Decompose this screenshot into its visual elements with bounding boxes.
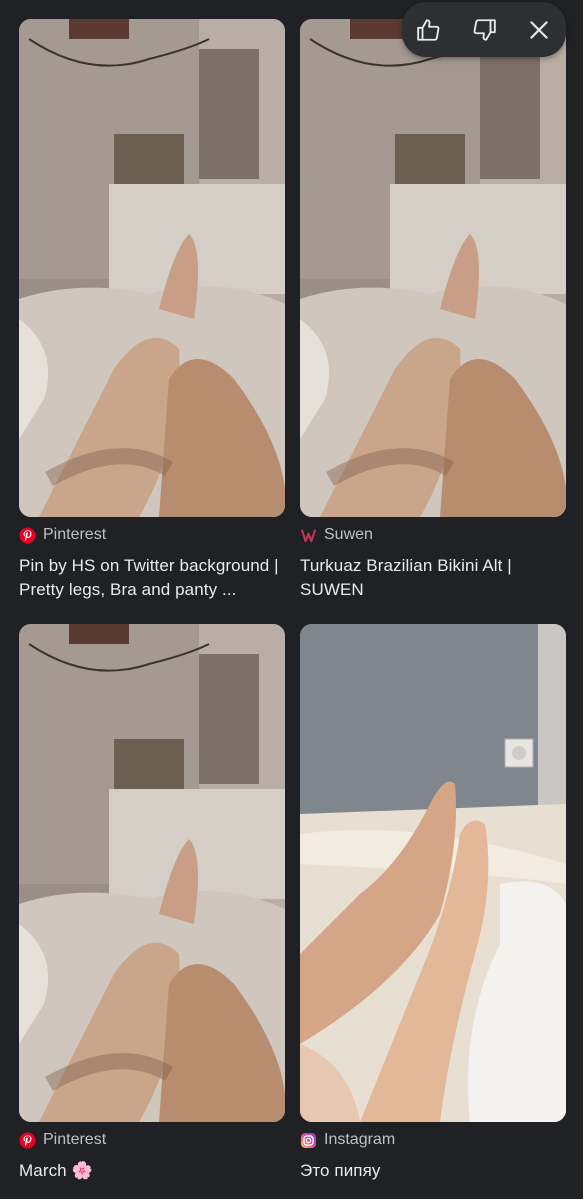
pinterest-icon [19,1131,36,1149]
result-image[interactable] [300,19,566,517]
close-icon [529,20,548,39]
result-title[interactable]: Pin by HS on Twitter background | Pretty… [19,554,285,602]
source-row[interactable]: Pinterest [19,1130,285,1150]
thumbs-up-icon [417,18,440,41]
pinterest-icon [19,526,36,544]
source-name: Suwen [324,526,373,543]
source-row[interactable]: Instagram [300,1130,566,1150]
result-image[interactable] [300,624,566,1122]
feedback-bar [402,2,566,57]
result-card[interactable]: Suwen Turkuaz Brazilian Bikini Alt | SUW… [300,19,566,602]
source-row[interactable]: Suwen [300,525,566,545]
thumbs-down-button[interactable] [464,10,504,50]
close-button[interactable] [519,10,559,50]
result-image[interactable] [19,19,285,517]
result-card[interactable]: Pinterest Pin by HS on Twitter backgroun… [19,19,285,602]
instagram-icon [300,1132,317,1149]
source-row[interactable]: Pinterest [19,525,285,545]
source-name: Pinterest [43,526,107,543]
result-card[interactable]: Instagram Это пипяу [300,624,566,1183]
thumbs-up-button[interactable] [409,10,449,50]
image-results-grid: Pinterest Pin by HS on Twitter backgroun… [0,0,583,1199]
result-title[interactable]: Это пипяу [300,1159,566,1183]
suwen-icon [300,527,317,544]
result-title[interactable]: Turkuaz Brazilian Bikini Alt | SUWEN [300,554,566,602]
source-name: Pinterest [43,1131,107,1148]
result-title[interactable]: March 🌸 [19,1159,285,1183]
result-image[interactable] [19,624,285,1122]
source-name: Instagram [324,1131,396,1148]
thumbs-down-icon [473,18,496,41]
result-card[interactable]: Pinterest March 🌸 [19,624,285,1183]
